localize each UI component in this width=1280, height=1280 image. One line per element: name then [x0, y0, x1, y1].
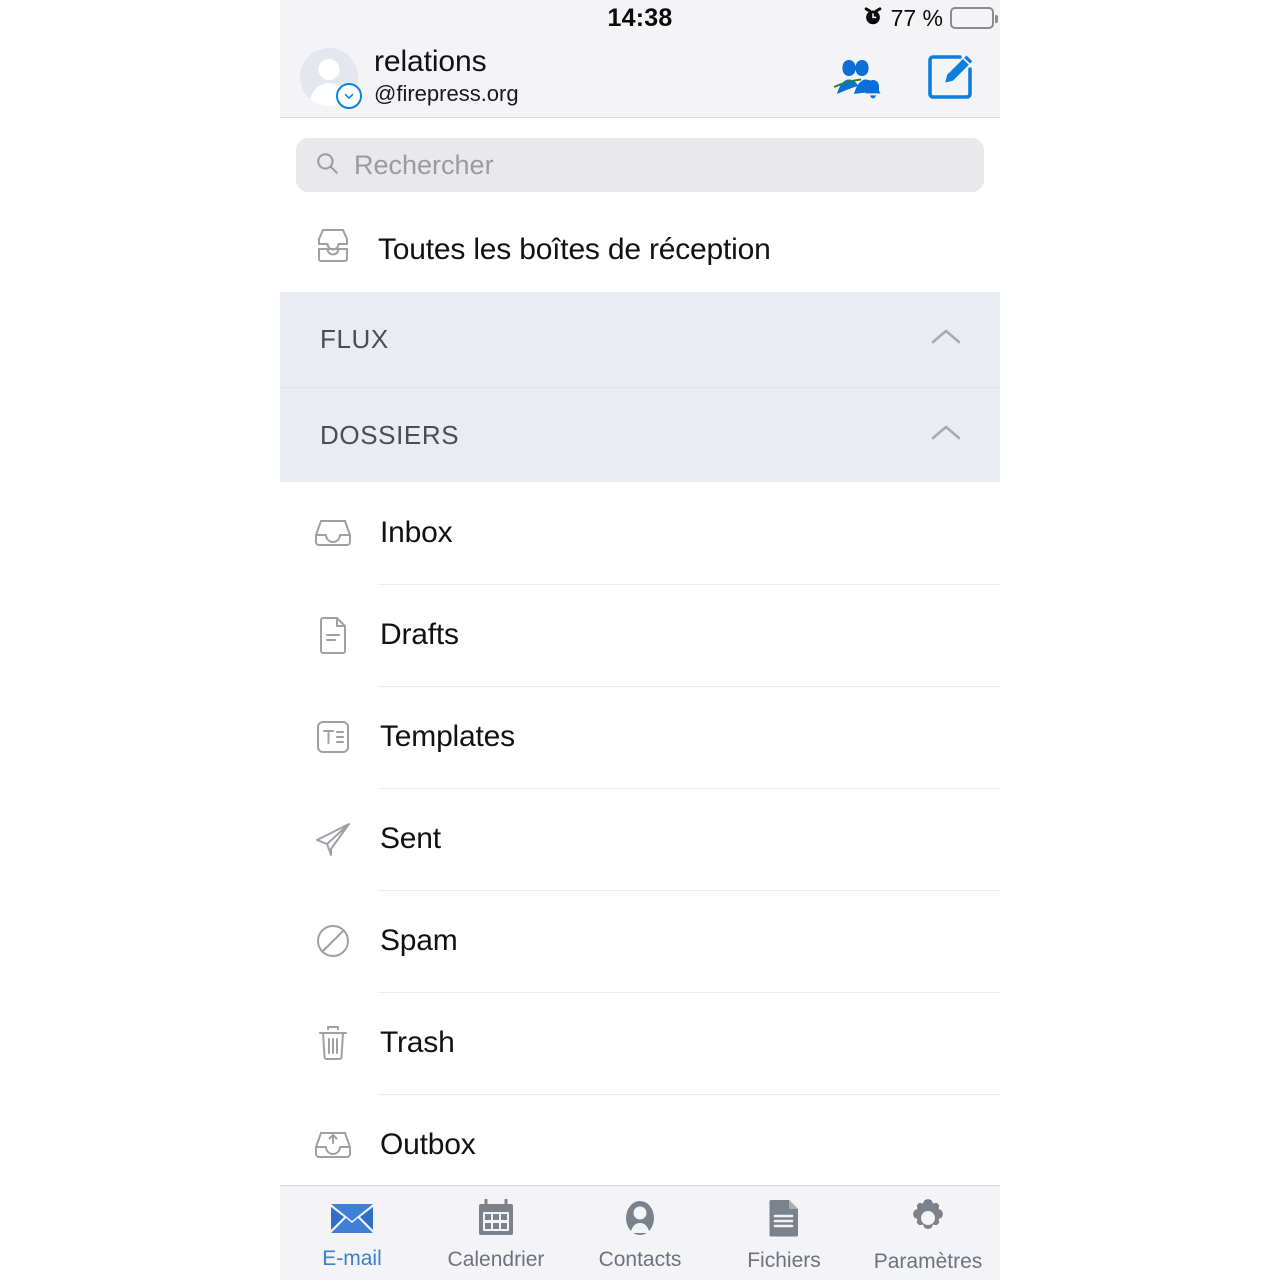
account-header: relations @firepress.org [280, 36, 1000, 118]
outbox-upload-tray-icon [310, 1127, 356, 1163]
all-inboxes-label: Toutes les boîtes de réception [378, 233, 771, 266]
account-name: relations [374, 44, 487, 78]
file-document-icon [765, 1198, 803, 1243]
all-inboxes-row[interactable]: Toutes les boîtes de réception [280, 208, 1000, 292]
inbox-tray-icon [310, 515, 356, 551]
tab-parametres[interactable]: Paramètres [856, 1186, 1000, 1280]
tab-fichiers[interactable]: Fichiers [712, 1186, 856, 1280]
envelope-icon [329, 1200, 375, 1241]
alarm-clock-icon [862, 5, 884, 32]
status-bar-right: 77 % [862, 0, 998, 36]
account-info[interactable]: relations @firepress.org [374, 44, 832, 108]
bottom-tab-bar: E-mail Calendrier Contacts Fichiers Para… [280, 1185, 1000, 1280]
trash-can-icon [310, 1022, 356, 1064]
folder-label-templates: Templates [380, 720, 515, 753]
tab-calendrier[interactable]: Calendrier [424, 1186, 568, 1280]
folder-label-drafts: Drafts [380, 618, 459, 651]
calendar-icon [475, 1198, 517, 1242]
search-placeholder: Rechercher [354, 149, 494, 180]
section-title-flux: FLUX [320, 324, 389, 354]
folder-item-trash[interactable]: Trash [280, 992, 1000, 1094]
section-title-dossiers: DOSSIERS [320, 419, 460, 450]
contacts-notifications-button[interactable] [832, 54, 884, 100]
chevron-down-badge-icon[interactable] [336, 82, 362, 109]
search-zone: Rechercher [280, 118, 1000, 208]
compose-button[interactable] [926, 52, 976, 102]
folder-list: Inbox Drafts Templates Sent Spam Trash O… [280, 482, 1000, 1196]
folder-item-spam[interactable]: Spam [280, 890, 1000, 992]
gear-icon [907, 1197, 949, 1244]
chevron-up-icon[interactable] [928, 422, 964, 449]
section-header-dossiers[interactable]: DOSSIERS [280, 387, 1000, 482]
status-time: 14:38 [607, 3, 673, 32]
tab-label-calendrier: Calendrier [447, 1247, 545, 1271]
tab-contacts[interactable]: Contacts [568, 1186, 712, 1280]
chevron-up-icon[interactable] [928, 326, 964, 353]
tab-email[interactable]: E-mail [280, 1186, 424, 1280]
templates-text-box-icon [310, 716, 356, 758]
status-bar: 14:38 77 % [280, 0, 1000, 36]
folder-item-drafts[interactable]: Drafts [280, 584, 1000, 686]
tab-label-email: E-mail [322, 1246, 382, 1270]
folder-label-trash: Trash [380, 1026, 455, 1059]
avatar[interactable] [300, 47, 362, 109]
folder-item-inbox[interactable]: Inbox [280, 482, 1000, 584]
search-input[interactable]: Rechercher [296, 138, 984, 192]
account-email: @firepress.org [374, 81, 519, 106]
header-actions [832, 52, 982, 102]
folder-label-outbox: Outbox [380, 1128, 476, 1161]
search-icon [314, 150, 340, 181]
draft-document-icon [310, 614, 356, 656]
tab-label-fichiers: Fichiers [747, 1248, 821, 1272]
folder-label-inbox: Inbox [380, 516, 453, 549]
battery-percent-label: 77 % [890, 4, 943, 31]
tab-label-contacts: Contacts [598, 1247, 682, 1271]
folder-item-templates[interactable]: Templates [280, 686, 1000, 788]
battery-icon [950, 7, 998, 29]
all-inboxes-stacked-tray-icon [310, 226, 356, 275]
phone-screen: 14:38 77 % relations @firepress.org Rech… [280, 0, 1000, 1280]
contact-person-icon [619, 1199, 661, 1242]
sent-paper-plane-icon [310, 819, 356, 859]
folder-label-spam: Spam [380, 924, 458, 957]
spam-no-entry-icon [310, 920, 356, 962]
tab-label-parametres: Paramètres [873, 1249, 983, 1273]
folder-item-sent[interactable]: Sent [280, 788, 1000, 890]
folder-label-sent: Sent [380, 822, 441, 855]
folder-item-outbox[interactable]: Outbox [280, 1094, 1000, 1196]
section-header-flux[interactable]: FLUX [280, 292, 1000, 387]
